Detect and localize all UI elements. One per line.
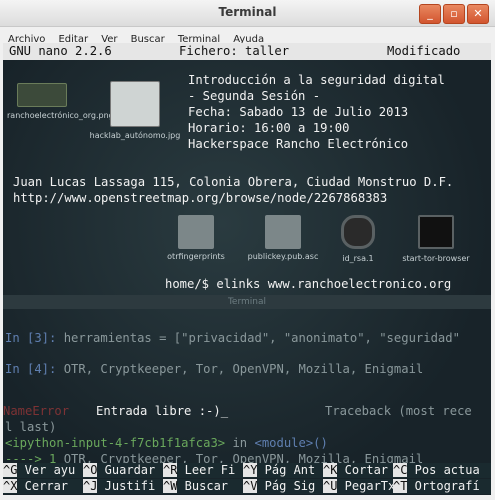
in3-prompt: In [3]: bbox=[5, 331, 57, 345]
maximize-button[interactable]: ▫ bbox=[443, 4, 465, 24]
text-line-5: Hackerspace Rancho Electrónico bbox=[188, 137, 409, 151]
icon-label-tor: start-tor-browser bbox=[402, 254, 470, 263]
document-icon bbox=[265, 215, 301, 249]
shortcut-spell[interactable]: ^T Ortografí bbox=[393, 479, 480, 494]
terminal-window: Terminal _ ▫ ✕ Archivo Editar Ver Buscar… bbox=[0, 0, 495, 500]
text-line-1: Introducción a la seguridad digital bbox=[188, 73, 445, 87]
window-controls: _ ▫ ✕ bbox=[419, 4, 489, 24]
menu-bar: Archivo Editar Ver Buscar Terminal Ayuda bbox=[0, 27, 495, 45]
name-error: NameError bbox=[3, 404, 70, 418]
key-file-icon: publickey.pub.asc bbox=[243, 215, 323, 261]
shortcut-where-is[interactable]: ^W Buscar bbox=[163, 479, 228, 494]
in-keyword: in bbox=[225, 436, 255, 450]
shortcut-justify[interactable]: ^J Justifi bbox=[83, 479, 155, 494]
shortcut-cut[interactable]: ^K Cortar bbox=[323, 463, 388, 478]
nano-version: GNU nano 2.2.6 bbox=[9, 44, 112, 58]
in4-prompt: In [4]: bbox=[5, 362, 57, 376]
ipython-input-ref: <ipython-input-4-f7cb1f1afca3> in <modul… bbox=[5, 435, 328, 451]
rancho-logo-icon bbox=[17, 83, 67, 107]
text-line-2: - Segunda Sesión - bbox=[188, 89, 321, 103]
traceback-label: Traceback (most rece bbox=[325, 404, 472, 418]
input-ref: <ipython-input-4-f7cb1f1afca3> bbox=[5, 436, 226, 450]
shortcut-bar-2: ^X Cerrar ^J Justifi ^W Buscar ^V Pág Si… bbox=[3, 479, 491, 494]
in3-code: herramientas = ["privacidad", "anonimato… bbox=[56, 331, 460, 345]
shortcut-read-file[interactable]: ^R Leer Fi bbox=[163, 463, 235, 478]
nano-header: GNU nano 2.2.6 Fichero: taller Modificad… bbox=[3, 43, 491, 60]
text-line-8: home/$ elinks www.ranchoelectronico.org bbox=[165, 277, 452, 291]
hacklab-logo-icon bbox=[110, 81, 160, 127]
icon-label-otr: otrfingerprints bbox=[167, 252, 225, 261]
text-line-6: Juan Lucas Lassaga 115, Colonia Obrera, … bbox=[13, 175, 454, 189]
text-file-icon: otrfingerprints bbox=[161, 215, 231, 261]
terminal-shortcut-icon: start-tor-browser bbox=[391, 215, 481, 263]
title-bar[interactable]: Terminal _ ▫ ✕ bbox=[0, 0, 495, 27]
nano-filename: Fichero: taller bbox=[179, 44, 290, 58]
in4-code: OTR, Cryptkeeper, Tor, OpenVPN, Mozilla,… bbox=[56, 362, 424, 376]
harddrive-icon bbox=[341, 215, 375, 249]
ipython-in4: In [4]: OTR, Cryptkeeper, Tor, OpenVPN, … bbox=[5, 361, 423, 377]
text-line-7: http://www.openstreetmap.org/browse/node… bbox=[13, 191, 388, 205]
icon-label-pubkey: publickey.pub.asc bbox=[247, 252, 319, 261]
shortcut-exit[interactable]: ^X Cerrar bbox=[3, 479, 68, 494]
terminal-area[interactable]: GNU nano 2.2.6 Fichero: taller Modificad… bbox=[3, 43, 491, 495]
text-line-3: Fecha: Sabado 13 de Julio 2013 bbox=[188, 105, 409, 119]
hacklab-icon: hacklab_autónomo.jpg bbox=[89, 81, 181, 140]
icon-label-hacklab: hacklab_autónomo.jpg bbox=[89, 131, 181, 140]
nano-status: Modificado bbox=[387, 44, 461, 58]
background-terminal-title: Terminal bbox=[3, 295, 491, 309]
icon-label-rancho: ranchoelectrónico_org.png bbox=[7, 111, 114, 120]
shortcut-cur-pos[interactable]: ^C Pos actua bbox=[393, 463, 480, 478]
traceback-last: l last) bbox=[5, 420, 57, 434]
shortcut-prev-page[interactable]: ^Y Pág Ant bbox=[243, 463, 315, 478]
module-ref: <module>() bbox=[254, 436, 328, 450]
shortcut-save[interactable]: ^O Guardar bbox=[83, 463, 155, 478]
shortcut-uncut[interactable]: ^U PegarTx bbox=[323, 479, 395, 494]
document-icon bbox=[178, 215, 214, 249]
shortcut-next-page[interactable]: ^V Pág Sig bbox=[243, 479, 315, 494]
ipython-in3: In [3]: herramientas = ["privacidad", "a… bbox=[5, 330, 460, 346]
image-file-icon: ranchoelectrónico_org.png bbox=[7, 83, 114, 120]
minimize-button[interactable]: _ bbox=[419, 4, 441, 24]
terminal-icon bbox=[418, 215, 454, 249]
shortcut-help[interactable]: ^G Ver ayu bbox=[3, 463, 75, 478]
text-line-9[interactable]: Entrada libre :-)_ bbox=[96, 403, 228, 419]
icon-label-idrsa: id_rsa.1 bbox=[342, 254, 374, 263]
close-button[interactable]: ✕ bbox=[467, 4, 489, 24]
disk-icon: id_rsa.1 bbox=[333, 215, 383, 263]
text-line-4: Horario: 16:00 a 19:00 bbox=[188, 121, 350, 135]
shortcut-bar-1: ^G Ver ayu ^O Guardar ^R Leer Fi ^Y Pág … bbox=[3, 463, 491, 478]
